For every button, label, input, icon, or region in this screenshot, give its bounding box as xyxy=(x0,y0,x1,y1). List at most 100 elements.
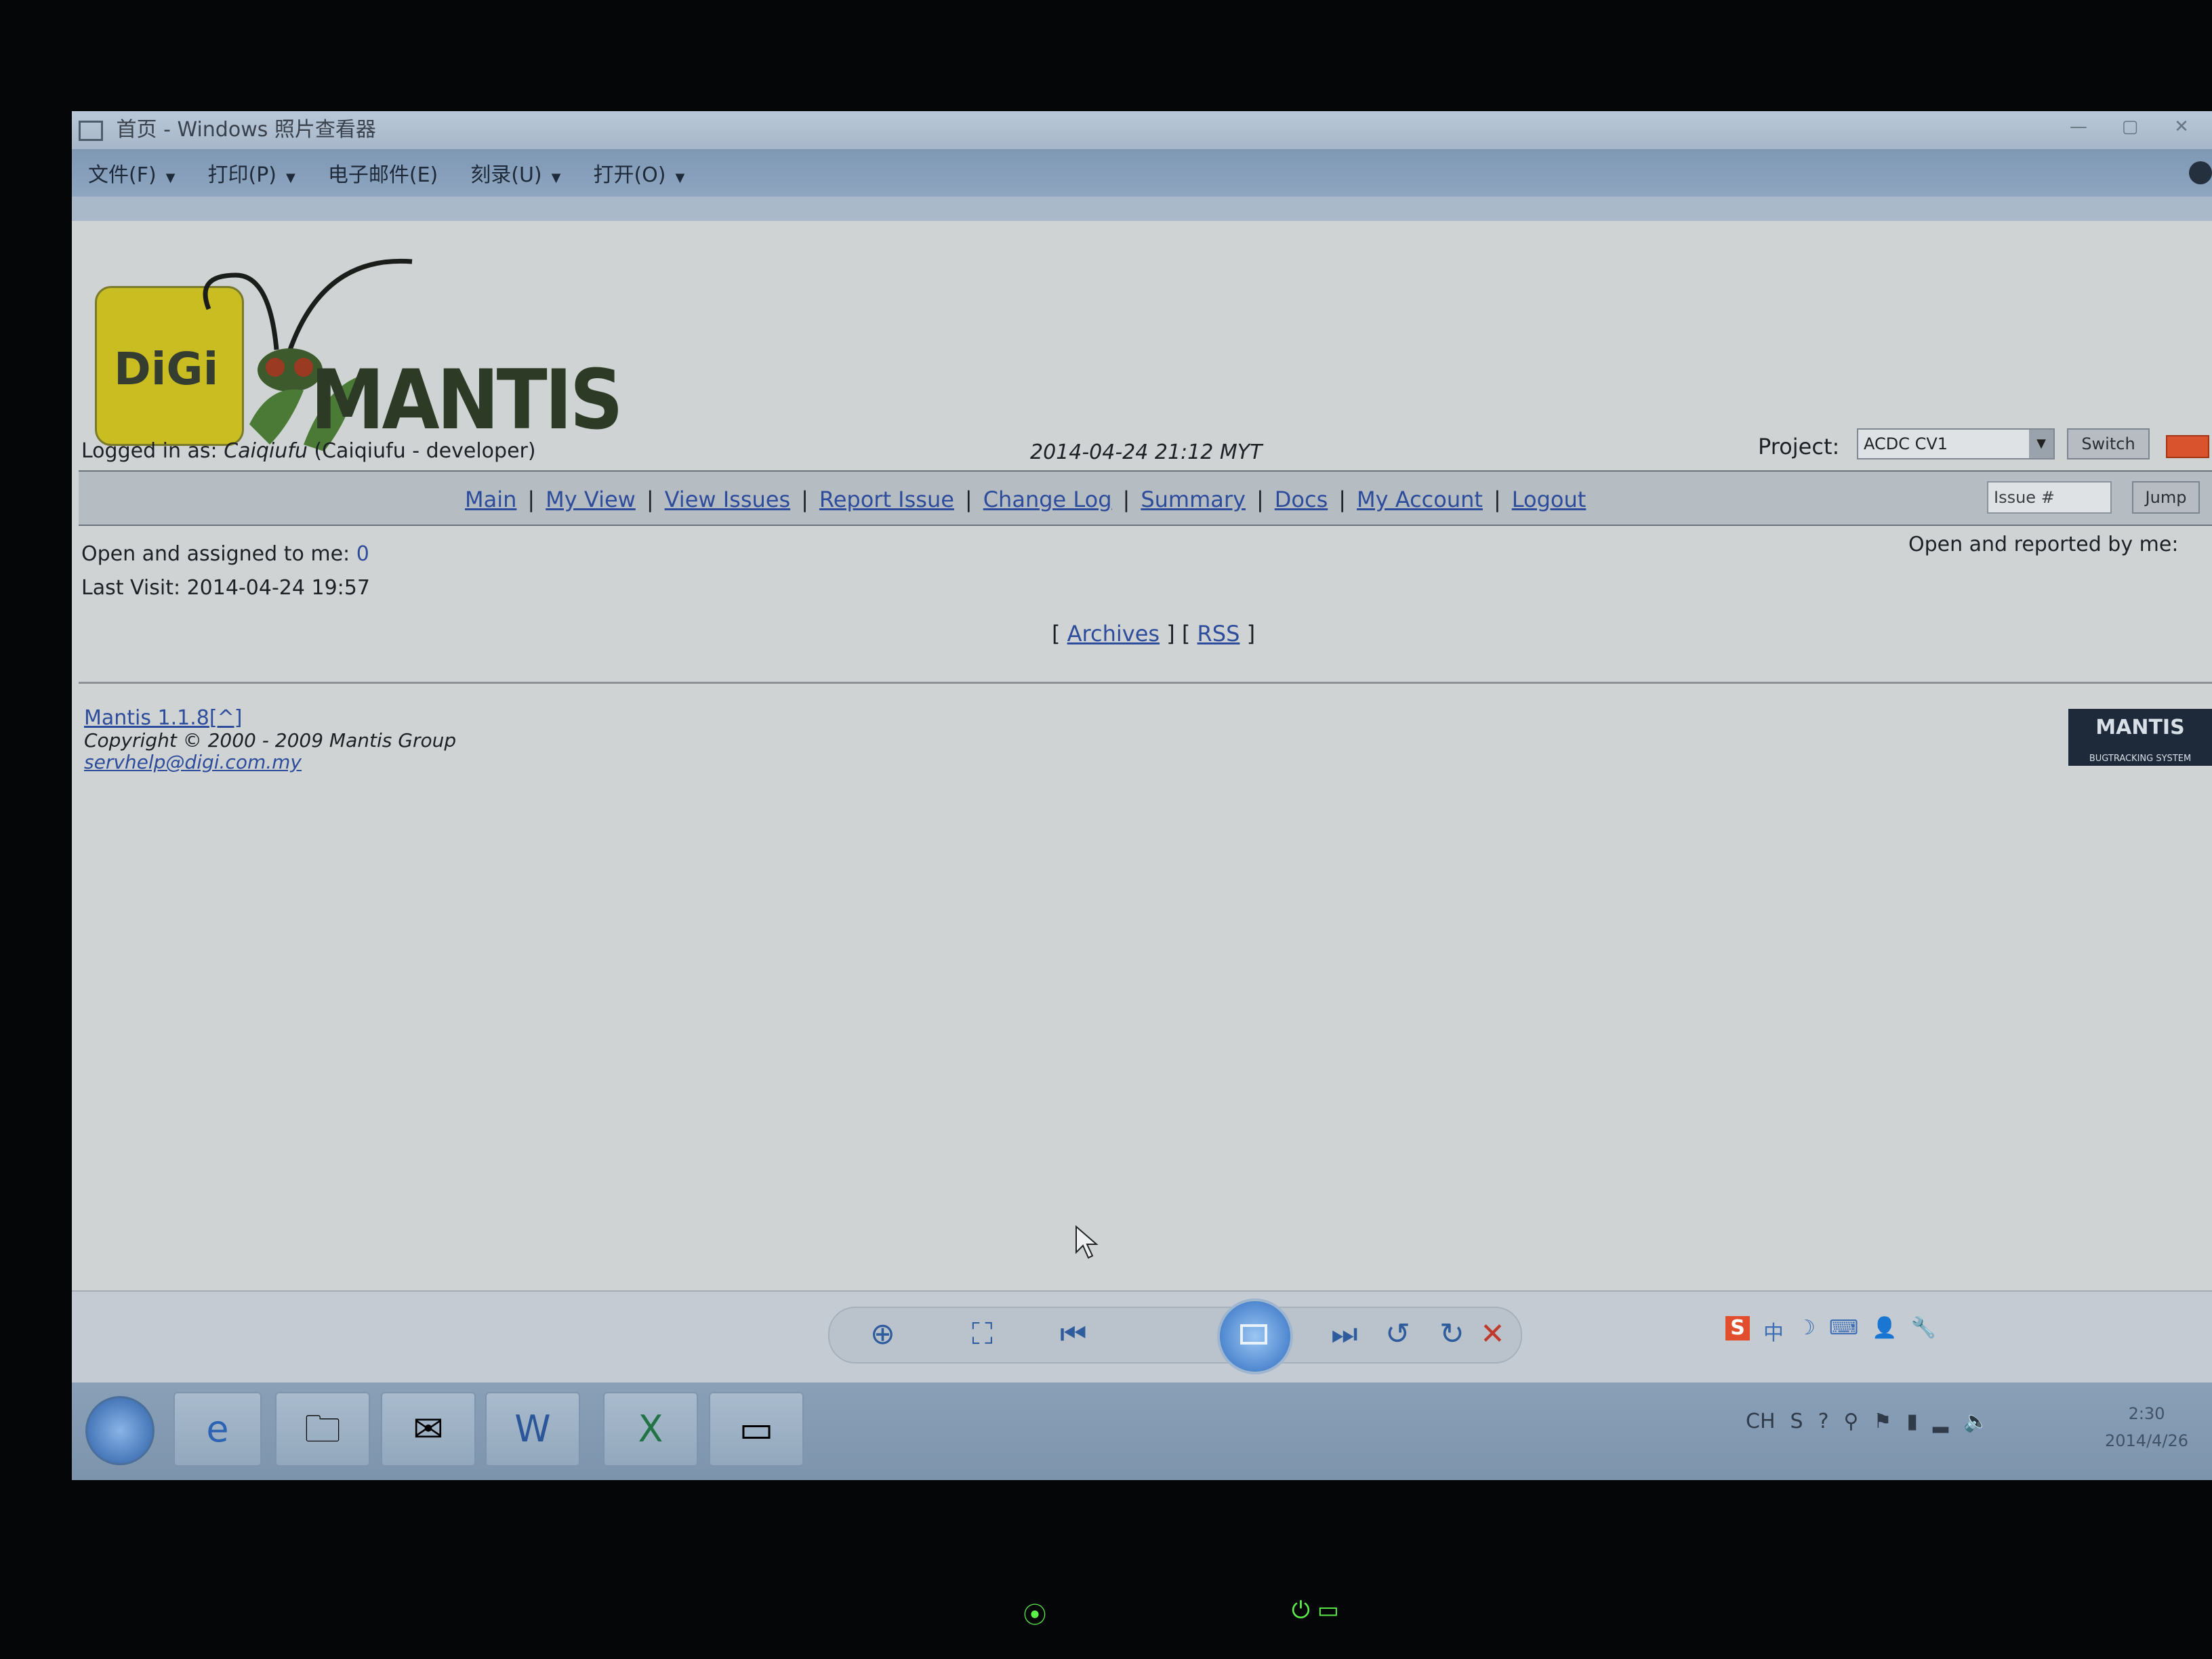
nav-link-change-log[interactable]: Change Log xyxy=(983,487,1112,512)
news-links: [ Archives ] [ RSS ] xyxy=(1052,621,1256,647)
mantis-page: DiGi MANTIS Logged in as: Caiqiufu (Caiq… xyxy=(72,221,2212,1388)
menu-open[interactable]: 打开(O) ▼ xyxy=(593,158,684,188)
mantis-version-link[interactable]: Mantis 1.1.8 xyxy=(84,706,209,730)
issue-number-input[interactable]: Issue # xyxy=(1987,481,2112,514)
menu-open-label: 打开(O) xyxy=(593,163,666,187)
sogou-icon[interactable]: S xyxy=(1725,1316,1750,1340)
assigned-count-link[interactable]: 0 xyxy=(356,542,369,566)
reported-by-me: Open and reported by me: xyxy=(1908,533,2178,556)
project-label: Project: xyxy=(1758,434,1840,459)
mantis-badge[interactable]: MANTIS BUGTRACKING SYSTEM xyxy=(2068,709,2212,766)
excel-icon[interactable]: X xyxy=(603,1392,698,1467)
menu-bar: 文件(F) ▼ 打印(P) ▼ 电子邮件(E) 刻录(U) ▼ 打开(O) ▼ xyxy=(72,149,2212,197)
switch-button[interactable]: Switch xyxy=(2067,428,2150,459)
nav-link-my-view[interactable]: My View xyxy=(546,487,636,512)
user-icon[interactable]: 👤 xyxy=(1872,1316,1897,1346)
network-icon[interactable]: ⚲ xyxy=(1844,1410,1859,1433)
delete-icon[interactable]: ✕ xyxy=(1480,1317,1505,1351)
logged-in-info: Logged in as: Caiqiufu (Caiqiufu - devel… xyxy=(81,439,536,463)
logged-in-label: Logged in as: xyxy=(81,439,224,463)
logged-in-user: Caiqiufu xyxy=(224,439,308,463)
ie-icon[interactable]: e xyxy=(173,1392,262,1467)
support-email-link[interactable]: servhelp@digi.com.my xyxy=(84,751,302,773)
close-window-button[interactable]: ✕ xyxy=(2158,115,2205,138)
current-datetime: 2014-04-24 21:12 MYT xyxy=(1030,441,1263,464)
maximize-button[interactable]: ▢ xyxy=(2106,115,2154,138)
logo-text-mantis: MANTIS xyxy=(310,352,623,448)
wifi-led-icon: ⦿ xyxy=(1023,1602,1046,1629)
reported-label: Open and reported by me: xyxy=(1908,533,2179,556)
previous-icon[interactable]: ⏮ xyxy=(1060,1317,1087,1351)
power-led-icon: ⏻ ▭ xyxy=(1292,1597,1339,1624)
chinese-mode-icon[interactable]: 中 xyxy=(1763,1316,1784,1346)
rss-link[interactable]: RSS xyxy=(1197,621,1240,647)
keyboard-icon[interactable]: ⌨ xyxy=(1829,1316,1858,1346)
flag-icon[interactable]: ⚑ xyxy=(1873,1410,1891,1433)
rotate-right-icon[interactable]: ↻ xyxy=(1439,1317,1465,1351)
next-icon[interactable]: ⏭ xyxy=(1331,1317,1358,1351)
digi-mantis-logo[interactable]: DiGi MANTIS xyxy=(87,248,623,451)
word-icon[interactable]: W xyxy=(485,1392,580,1467)
signal-icon[interactable]: ▂ xyxy=(1933,1410,1948,1433)
explorer-icon[interactable]: 🗀 xyxy=(275,1392,370,1467)
chevron-down-icon: ▼ xyxy=(165,171,176,185)
divider xyxy=(79,682,2212,684)
outlook-icon[interactable]: ✉ xyxy=(381,1392,476,1467)
last-visit: Last Visit: 2014-04-24 19:57 xyxy=(81,576,370,600)
copyright: Copyright © 2000 - 2009 Mantis Group xyxy=(84,729,457,752)
nav-link-summary[interactable]: Summary xyxy=(1141,487,1246,512)
help-icon[interactable] xyxy=(2189,161,2212,184)
nav-link-report-issue[interactable]: Report Issue xyxy=(819,487,954,512)
project-select[interactable]: ACDC CV1 ▼ xyxy=(1857,428,2055,459)
system-clock[interactable]: 2:30 2014/4/26 xyxy=(2105,1400,2188,1454)
chevron-down-icon: ▼ xyxy=(2029,430,2053,458)
start-button[interactable] xyxy=(85,1396,155,1465)
archives-link[interactable]: Archives xyxy=(1067,621,1160,647)
menu-email[interactable]: 电子邮件(E) xyxy=(328,158,438,188)
photo-viewer-icon xyxy=(79,120,103,141)
nav-link-logout[interactable]: Logout xyxy=(1512,487,1586,512)
assigned-label: Open and assigned to me: xyxy=(81,542,356,566)
slideshow-button[interactable] xyxy=(1217,1298,1293,1374)
help-tray-icon[interactable]: ? xyxy=(1818,1410,1829,1433)
rss-feed-icon[interactable] xyxy=(2166,435,2209,458)
mantis-version-external-link[interactable]: [^] xyxy=(209,706,243,730)
nav-link-view-issues[interactable]: View Issues xyxy=(665,487,791,512)
slideshow-icon xyxy=(1240,1324,1267,1345)
badge-subtitle: BUGTRACKING SYSTEM xyxy=(2089,754,2192,764)
clock-time: 2:30 xyxy=(2128,1404,2165,1423)
badge-title: MANTIS xyxy=(2095,716,2185,739)
chevron-down-icon: ▼ xyxy=(675,171,685,185)
menu-band xyxy=(72,197,2212,221)
windows-taskbar: e 🗀 ✉ W X ▭ CH S ? ⚲ ⚑ ▮ ▂ 🔈 2:30 2014/4… xyxy=(72,1382,2212,1480)
moon-icon[interactable]: ☽ xyxy=(1797,1316,1816,1346)
nav-link-my-account[interactable]: My Account xyxy=(1357,487,1483,512)
nav-link-main[interactable]: Main xyxy=(465,487,516,512)
photo-viewer-taskbar-icon[interactable]: ▭ xyxy=(709,1392,804,1467)
rotate-left-icon[interactable]: ↺ xyxy=(1385,1317,1410,1351)
battery-icon[interactable]: ▮ xyxy=(1906,1410,1918,1433)
system-tray: CH S ? ⚲ ⚑ ▮ ▂ 🔈 xyxy=(1746,1410,1988,1433)
menu-burn-label: 刻录(U) xyxy=(470,163,542,187)
sogou-tray-icon[interactable]: S xyxy=(1790,1410,1803,1433)
wrench-icon[interactable]: 🔧 xyxy=(1911,1316,1936,1346)
jump-button[interactable]: Jump xyxy=(2132,481,2200,514)
window-titlebar: 首页 - Windows 照片查看器 — ▢ ✕ xyxy=(72,111,2212,149)
minimize-button[interactable]: — xyxy=(2055,115,2102,138)
photo-viewer-controls: ⊕ ⛶ ⏮ ⏭ ↺ ↻ ✕ S 中 ☽ ⌨ 👤 🔧 xyxy=(72,1290,2212,1384)
nav-links: Main | My View | View Issues | Report Issue | Ch… xyxy=(465,487,1586,512)
menu-print[interactable]: 打印(P) ▼ xyxy=(208,158,295,188)
menu-file[interactable]: 文件(F) ▼ xyxy=(88,158,176,188)
main-nav-bar: Main | My View | View Issues | Report Issue | Ch… xyxy=(79,470,2212,526)
window-title: 首页 - Windows 照片查看器 xyxy=(116,118,376,142)
zoom-icon[interactable]: ⊕ xyxy=(870,1317,895,1351)
mantis-version: Mantis 1.1.8[^] xyxy=(84,706,242,730)
logged-in-detail: (Caiqiufu - developer) xyxy=(307,439,536,463)
menu-burn[interactable]: 刻录(U) ▼ xyxy=(470,158,560,188)
nav-link-docs[interactable]: Docs xyxy=(1275,487,1328,512)
actual-size-icon[interactable]: ⛶ xyxy=(972,1317,993,1351)
project-select-value: ACDC CV1 xyxy=(1864,434,1948,453)
volume-icon[interactable]: 🔈 xyxy=(1963,1410,1988,1433)
menu-print-label: 打印(P) xyxy=(207,163,277,187)
language-indicator[interactable]: CH xyxy=(1746,1410,1776,1433)
